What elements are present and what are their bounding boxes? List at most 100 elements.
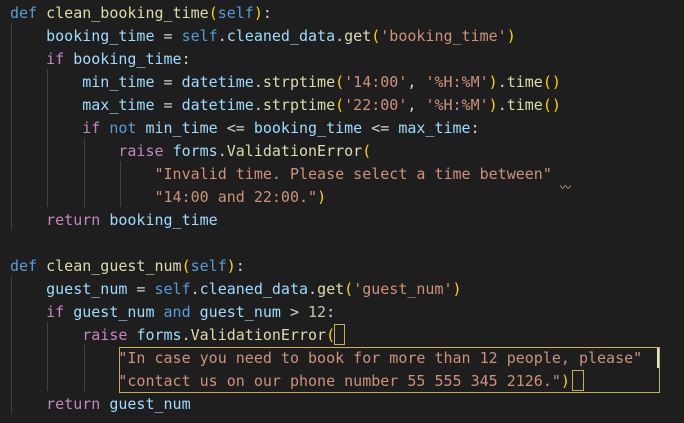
code-line[interactable]: if not min_time <= booking_time <= max_t… bbox=[10, 117, 479, 140]
code-token: ) bbox=[226, 257, 236, 275]
code-line[interactable]: guest_num = self.cleaned_data.get('guest… bbox=[10, 278, 461, 301]
code-token: "contact us on our phone number 55 555 3… bbox=[118, 372, 561, 390]
code-token: not bbox=[109, 119, 137, 137]
code-token: self bbox=[190, 257, 227, 275]
code-line[interactable]: if booking_time: bbox=[10, 48, 191, 71]
code-token: . bbox=[190, 280, 200, 298]
code-token: '%H:%M' bbox=[425, 96, 489, 114]
code-token: <= bbox=[217, 119, 254, 137]
code-token: ) bbox=[488, 96, 498, 114]
code-token: ( bbox=[208, 4, 218, 22]
code-token: : bbox=[262, 4, 272, 22]
code-token: ( bbox=[371, 27, 381, 45]
code-token: , bbox=[407, 96, 426, 114]
code-token: ( bbox=[344, 280, 354, 298]
code-token: ) bbox=[317, 188, 327, 206]
warning-squiggle: 〰 bbox=[560, 181, 571, 194]
code-line[interactable]: return guest_num bbox=[10, 393, 191, 416]
code-token: max_time bbox=[82, 96, 155, 114]
code-token: if bbox=[46, 50, 65, 68]
code-token: return bbox=[46, 211, 101, 229]
code-token: cleaned_data bbox=[226, 27, 336, 45]
code-line[interactable]: if guest_num and guest_num > 12: bbox=[10, 301, 335, 324]
code-token: guest_num bbox=[46, 280, 128, 298]
code-line[interactable]: booking_time = self.cleaned_data.get('bo… bbox=[10, 25, 516, 48]
code-line[interactable]: def clean_guest_num(self): bbox=[10, 255, 245, 278]
code-token: : bbox=[326, 303, 336, 321]
code-token: if bbox=[82, 119, 101, 137]
code-line[interactable]: def clean_booking_time(self): bbox=[10, 2, 272, 25]
code-token: strptime bbox=[262, 96, 336, 114]
code-token: = bbox=[154, 73, 182, 91]
code-token: and bbox=[163, 303, 191, 321]
code-token: '22:00' bbox=[344, 96, 408, 114]
code-token: self bbox=[217, 4, 254, 22]
code-token: def bbox=[10, 257, 38, 275]
code-line[interactable]: "In case you need to book for more than … bbox=[10, 347, 642, 370]
code-token: booking_time bbox=[46, 27, 155, 45]
code-line[interactable]: "Invalid time. Please select a time betw… bbox=[10, 163, 552, 186]
code-token: ValidationError bbox=[226, 142, 363, 160]
code-token: '%H:%M' bbox=[425, 73, 489, 91]
code-token: . bbox=[497, 73, 507, 91]
code-token: ( bbox=[335, 73, 345, 91]
code-token: guest_num bbox=[199, 303, 281, 321]
code-token: guest_num bbox=[109, 395, 191, 413]
code-token: 'booking_time' bbox=[380, 27, 507, 45]
code-line[interactable]: min_time = datetime.strptime('14:00', '%… bbox=[10, 71, 561, 94]
code-editor[interactable]: 〰 def clean_booking_time(self): booking_… bbox=[0, 0, 684, 423]
code-line[interactable]: max_time = datetime.strptime('22:00', '%… bbox=[10, 94, 561, 117]
bracket-highlight-open bbox=[334, 324, 345, 345]
code-token: ) bbox=[253, 4, 263, 22]
code-token: . bbox=[253, 73, 263, 91]
bracket-highlight-close bbox=[572, 370, 584, 391]
code-token: . bbox=[335, 27, 345, 45]
code-token: min_time bbox=[145, 119, 218, 137]
code-token: max_time bbox=[398, 119, 471, 137]
code-token: ( bbox=[326, 326, 336, 344]
code-token: cleaned_data bbox=[199, 280, 309, 298]
code-token: get bbox=[317, 280, 345, 298]
code-line[interactable]: raise forms.ValidationError( bbox=[10, 140, 371, 163]
code-line[interactable]: return booking_time bbox=[10, 209, 218, 232]
code-token: () bbox=[542, 96, 561, 114]
code-token: "14:00 and 22:00." bbox=[154, 188, 318, 206]
code-token: ) bbox=[488, 73, 498, 91]
code-token: guest_num bbox=[73, 303, 155, 321]
code-token: if bbox=[46, 303, 65, 321]
code-token: ( bbox=[181, 257, 191, 275]
code-line[interactable]: "14:00 and 22:00.") bbox=[10, 186, 327, 209]
code-token: forms bbox=[136, 326, 182, 344]
code-line[interactable]: "contact us on our phone number 55 555 3… bbox=[10, 370, 570, 393]
code-token: self bbox=[154, 280, 191, 298]
code-token: . bbox=[181, 326, 191, 344]
code-token: () bbox=[542, 73, 561, 91]
code-token: booking_time bbox=[253, 119, 363, 137]
code-token: "Invalid time. Please select a time betw… bbox=[154, 165, 552, 183]
code-line[interactable]: raise forms.ValidationError( bbox=[10, 324, 335, 347]
code-token: strptime bbox=[262, 73, 336, 91]
code-token: = bbox=[154, 96, 182, 114]
code-token: ) bbox=[560, 372, 570, 390]
code-token: raise bbox=[82, 326, 128, 344]
code-token: . bbox=[217, 27, 227, 45]
code-token: get bbox=[344, 27, 372, 45]
code-token: <= bbox=[362, 119, 399, 137]
